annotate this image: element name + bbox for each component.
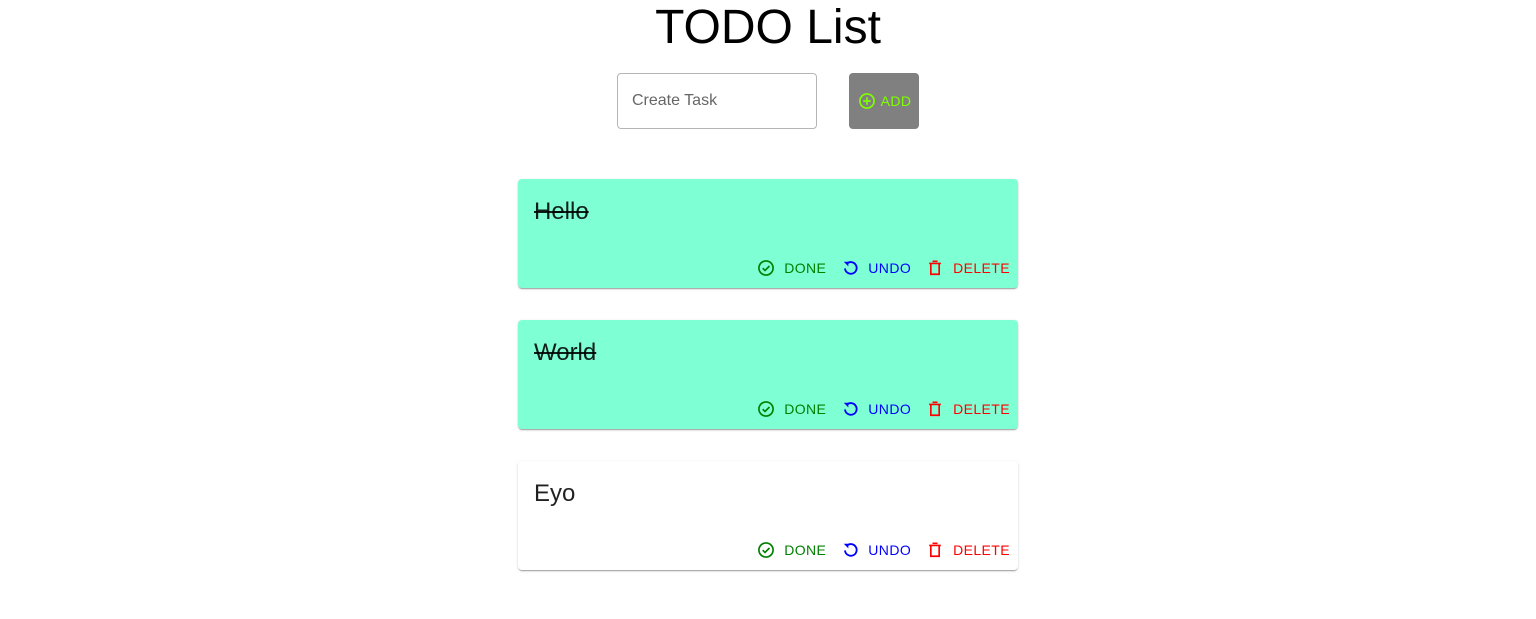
done-button-label: Done <box>784 542 827 558</box>
task-card: Hello Done Undo <box>518 179 1018 288</box>
create-task-input[interactable] <box>617 73 817 129</box>
add-button-label: Add <box>880 93 912 109</box>
delete-button-label: Delete <box>953 401 1010 417</box>
task-actions: Done Undo Delete <box>756 538 1010 562</box>
undo-icon <box>844 402 858 416</box>
delete-button[interactable]: Delete <box>925 397 1010 421</box>
undo-button-label: Undo <box>868 401 912 417</box>
undo-button[interactable]: Undo <box>840 397 911 421</box>
trash-icon <box>929 401 941 417</box>
delete-button-label: Delete <box>953 542 1010 558</box>
task-text: World <box>534 339 597 366</box>
task-actions: Done Undo Delete <box>756 256 1010 280</box>
delete-button-label: Delete <box>953 260 1010 276</box>
undo-icon <box>844 261 858 275</box>
add-button[interactable]: Add <box>849 73 919 129</box>
task-card: World Done Undo <box>518 320 1018 429</box>
done-button[interactable]: Done <box>756 397 826 421</box>
trash-icon <box>929 542 941 558</box>
done-button[interactable]: Done <box>756 256 826 280</box>
done-button-label: Done <box>784 260 827 276</box>
task-text: Hello <box>534 198 589 225</box>
task-card: Eyo Done Undo <box>518 461 1018 570</box>
delete-button[interactable]: Delete <box>925 538 1010 562</box>
task-list: Hello Done Undo <box>518 179 1018 602</box>
delete-button[interactable]: Delete <box>925 256 1010 280</box>
undo-button-label: Undo <box>868 542 912 558</box>
add-circle-outline-icon <box>858 93 875 109</box>
create-task-row: Add <box>617 73 919 129</box>
done-button[interactable]: Done <box>756 538 826 562</box>
task-text: Eyo <box>534 480 576 507</box>
trash-icon <box>929 260 941 276</box>
check-circle-outline-icon <box>758 542 775 558</box>
undo-button-label: Undo <box>868 260 912 276</box>
task-actions: Done Undo Delete <box>756 397 1010 421</box>
done-button-label: Done <box>784 401 827 417</box>
check-circle-outline-icon <box>758 260 775 276</box>
check-circle-outline-icon <box>758 401 775 417</box>
undo-button[interactable]: Undo <box>840 256 911 280</box>
page-title: TODO List <box>655 1 881 54</box>
undo-button[interactable]: Undo <box>840 538 911 562</box>
todo-app: TODO List Add Hello Done <box>0 0 1536 619</box>
undo-icon <box>844 543 858 557</box>
